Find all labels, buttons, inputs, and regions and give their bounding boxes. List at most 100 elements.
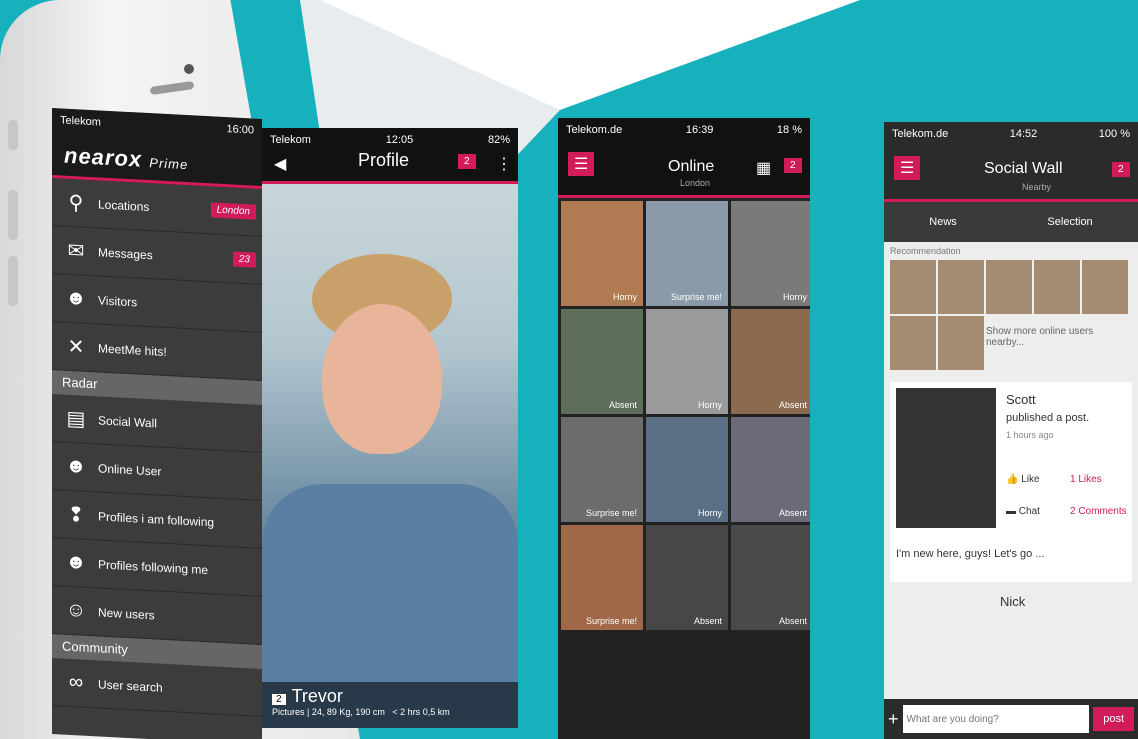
carrier: Telekom [270,134,311,146]
profile-navbar: Telekom 12:05 82% ◀ Profile 2 ⋮ [262,128,518,184]
clock: 14:52 [1009,128,1038,140]
status-bar: Telekom.de 14:52 100 % [884,122,1138,148]
camera [184,64,194,74]
menu-screen: Telekom 16:00 nearox Prime ⚲ Locations L… [52,108,262,739]
profile-caption: 2 Trevor Pictures | 24, 89 Kg, 190 cm < 2… [262,682,518,728]
post-action: published a post. [1006,412,1090,424]
battery: 82% [487,134,510,146]
user-tile[interactable]: Horny [646,309,728,414]
recommendation-thumbs: Show more online users nearby... [884,260,1138,370]
thumb[interactable] [890,316,936,370]
user-tile[interactable]: Absent [561,309,643,414]
menu-user-search[interactable]: ∞ User search [52,658,262,718]
map-pin-icon: ⚲ [68,191,84,215]
author-name[interactable]: Scott [1006,392,1036,407]
volume-up [8,190,18,240]
user-tile[interactable]: Absent [731,525,810,630]
location-badge: London [210,202,256,220]
notification-badge[interactable]: 2 [1112,162,1130,177]
notification-badge[interactable]: 2 [784,158,802,173]
mute-switch [8,120,18,150]
user-tile[interactable]: Horny [646,417,728,522]
volume-down [8,256,18,306]
wall-tabs: News Selection [884,202,1138,242]
user-tile[interactable]: Absent [731,417,810,522]
chat-button[interactable]: ▬ Chat [1006,506,1040,517]
tab-news[interactable]: News [929,216,957,228]
thumb[interactable] [890,260,936,314]
comments-count[interactable]: 2 Comments [1070,506,1127,517]
user-tile[interactable]: Absent [731,309,810,414]
profile-screen: Telekom 12:05 82% ◀ Profile 2 ⋮ 2 Trevor … [262,128,518,728]
likes-count[interactable]: 1 Likes [1070,474,1102,485]
back-icon[interactable]: ◀ [274,154,286,174]
clock: 16:00 [226,123,254,137]
social-wall-screen: Telekom.de 14:52 100 % ☰ Social Wall Nea… [884,122,1138,739]
user-tile[interactable]: Surprise me! [561,417,643,522]
profile-photo[interactable]: 2 Trevor Pictures | 24, 89 Kg, 190 cm < 2… [262,184,518,728]
more-icon[interactable]: ⋮ [496,154,512,174]
menu-icon[interactable]: ☰ [894,156,921,180]
thumb[interactable] [1082,260,1128,314]
user-tile[interactable]: Absent [646,525,728,630]
user-tile[interactable]: Surprise me! [646,201,728,306]
message-icon: ✉ [67,239,85,263]
page-subtitle: Nearby [1022,182,1052,192]
carrier: Telekom [60,114,101,129]
composer-bar: + post [884,699,1138,739]
menu-label: Social Wall [98,412,157,430]
user-tile[interactable]: Surprise me! [561,525,643,630]
thumb[interactable] [1034,260,1080,314]
tab-selection[interactable]: Selection [1047,216,1092,228]
clock: 12:05 [385,134,414,146]
page-title: Profile [358,150,410,170]
status-input[interactable] [902,705,1090,733]
menu-label: MeetMe hits! [98,340,167,359]
online-user-icon: ☻ [65,454,87,478]
thumb[interactable] [938,260,984,314]
thumb[interactable] [986,260,1032,314]
thumb[interactable] [938,316,984,370]
post-time: 1 hours ago [1006,430,1054,440]
visitors-icon: ☻ [65,286,87,310]
carrier: Telekom.de [566,124,623,136]
like-button[interactable]: 👍 Like [1006,474,1040,485]
profile-meta: Pictures | 24, 89 Kg, 190 cm [272,707,385,717]
battery: 18 % [776,124,802,136]
menu-label: Messages [98,244,153,262]
online-navbar: Telekom.de 16:39 18 % ☰ Online London ▦ … [558,118,810,198]
user-tile[interactable]: Horny [561,201,643,306]
page-subtitle: London [680,178,711,188]
notification-badge[interactable]: 2 [458,154,476,169]
follower-icon: ☻ [65,550,87,574]
grid-view-icon[interactable]: ▦ [756,158,771,178]
menu-label: New users [98,604,155,622]
new-user-icon: ☺ [65,598,87,622]
wall-post: Scott published a post. 1 hours ago 👍 Li… [890,382,1132,582]
post-button[interactable]: post [1093,707,1134,731]
recommendation-heading: Recommendation [890,246,961,256]
face-shape [322,304,442,454]
distance: 0,5 km [422,707,450,717]
user-tile[interactable]: Horny [731,201,810,306]
page-title: Social Wall [984,160,1063,177]
profile-name: Trevor [291,686,343,706]
carrier: Telekom.de [892,128,949,140]
menu-icon[interactable]: ☰ [568,152,595,176]
online-time: < 2 hrs [392,707,421,717]
author-avatar[interactable] [896,388,996,528]
menu-label: User search [98,676,163,695]
binoculars-icon: ∞ [68,670,84,694]
clock: 16:39 [685,124,714,136]
add-icon[interactable]: + [888,709,899,730]
status-bar: Telekom.de 16:39 18 % [558,118,810,144]
picture-count[interactable]: 2 [272,694,286,705]
wall-navbar: Telekom.de 14:52 100 % ☰ Social Wall Nea… [884,122,1138,202]
menu-label: Locations [98,196,150,214]
menu-label: Profiles i am following [98,508,215,529]
battery: 100 % [1098,128,1130,140]
logo: nearox Prime [64,142,189,173]
page-title: Online [668,158,715,175]
show-more-link[interactable]: Show more online users nearby... [986,316,1126,370]
user-grid: Horny Surprise me! Horny Absent Horny Ab… [558,198,810,633]
